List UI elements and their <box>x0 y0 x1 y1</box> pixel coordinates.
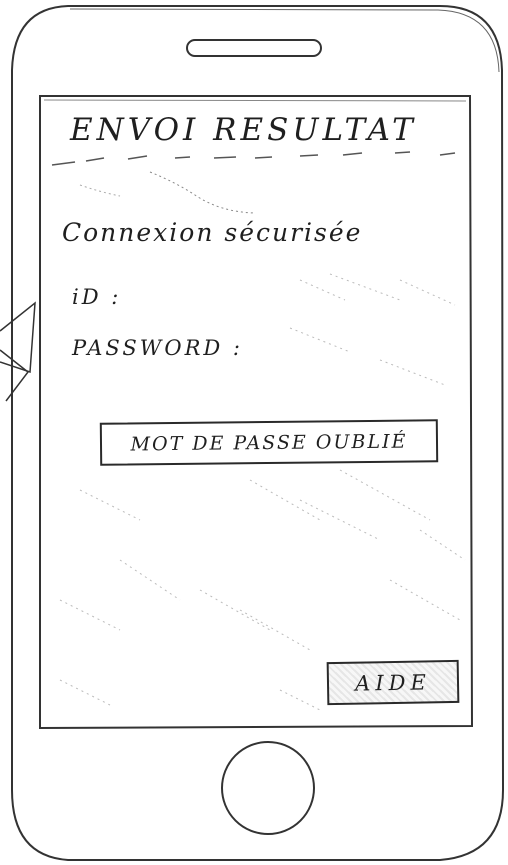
forgot-password-button[interactable]: MOT DE PASSE OUBLIÉ <box>99 419 439 466</box>
id-field-label: iD : <box>72 285 122 309</box>
help-button[interactable]: AIDE <box>326 659 460 706</box>
screen-title: ENVOI RESULTAT <box>70 112 417 148</box>
secure-connection-heading: Connexion sécurisée <box>62 218 363 247</box>
password-field-label: PASSWORD : <box>72 336 243 360</box>
screen-border <box>39 95 474 730</box>
home-button[interactable] <box>220 740 316 836</box>
side-volume-button-icon <box>0 301 36 402</box>
speaker-slot-icon <box>186 39 322 57</box>
